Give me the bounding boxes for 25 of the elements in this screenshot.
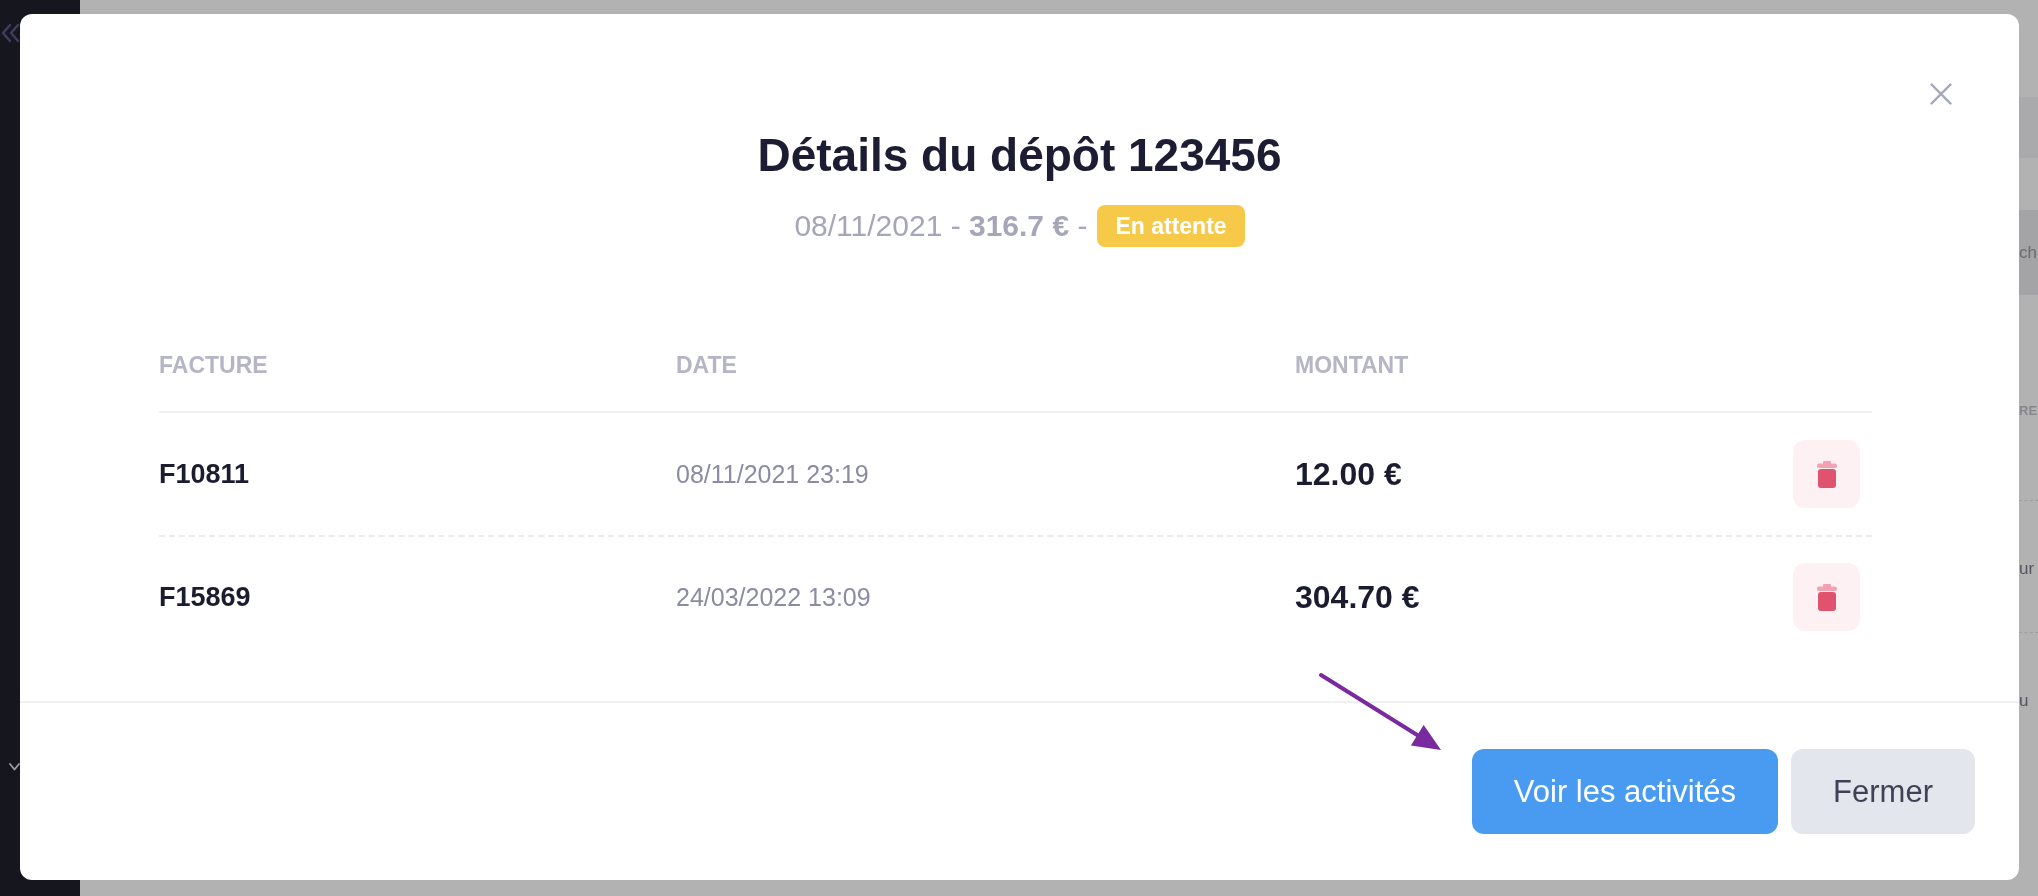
- date-text: 08/11/2021 23:19: [676, 459, 869, 489]
- search-text: ch: [2019, 242, 2037, 263]
- amount-text: 12.00 €: [1295, 455, 1402, 493]
- search-bar[interactable]: ch: [2019, 210, 2038, 295]
- chevron-down-icon[interactable]: [9, 763, 20, 771]
- row-text: ur: [2019, 558, 2035, 580]
- dialog-subtitle: 08/11/2021 - 316.7 € -: [794, 208, 1088, 244]
- delete-button[interactable]: [1793, 440, 1860, 508]
- dialog-title: Détails du dépôt 123456: [757, 128, 1282, 182]
- status-badge: En attente: [1097, 205, 1245, 247]
- view-activities-button[interactable]: Voir les activités: [1471, 749, 1779, 834]
- invoice-text: F10811: [159, 458, 250, 490]
- close-dialog-button[interactable]: Fermer: [1791, 749, 1975, 834]
- close-button[interactable]: [1930, 83, 1952, 105]
- trash-icon: [1815, 460, 1838, 488]
- row-text: u: [2019, 690, 2029, 712]
- close-icon: [1930, 83, 1952, 105]
- delete-button[interactable]: [1793, 563, 1860, 631]
- trash-icon: [1815, 583, 1838, 611]
- column-header: FACTURE: [159, 351, 268, 379]
- column-header: DATE: [676, 351, 737, 379]
- invoice-text: F15869: [159, 581, 251, 613]
- amount-text: 304.70 €: [1295, 578, 1420, 616]
- date-text: 24/03/2022 13:09: [676, 582, 871, 612]
- column-header: MONTANT: [1295, 351, 1409, 379]
